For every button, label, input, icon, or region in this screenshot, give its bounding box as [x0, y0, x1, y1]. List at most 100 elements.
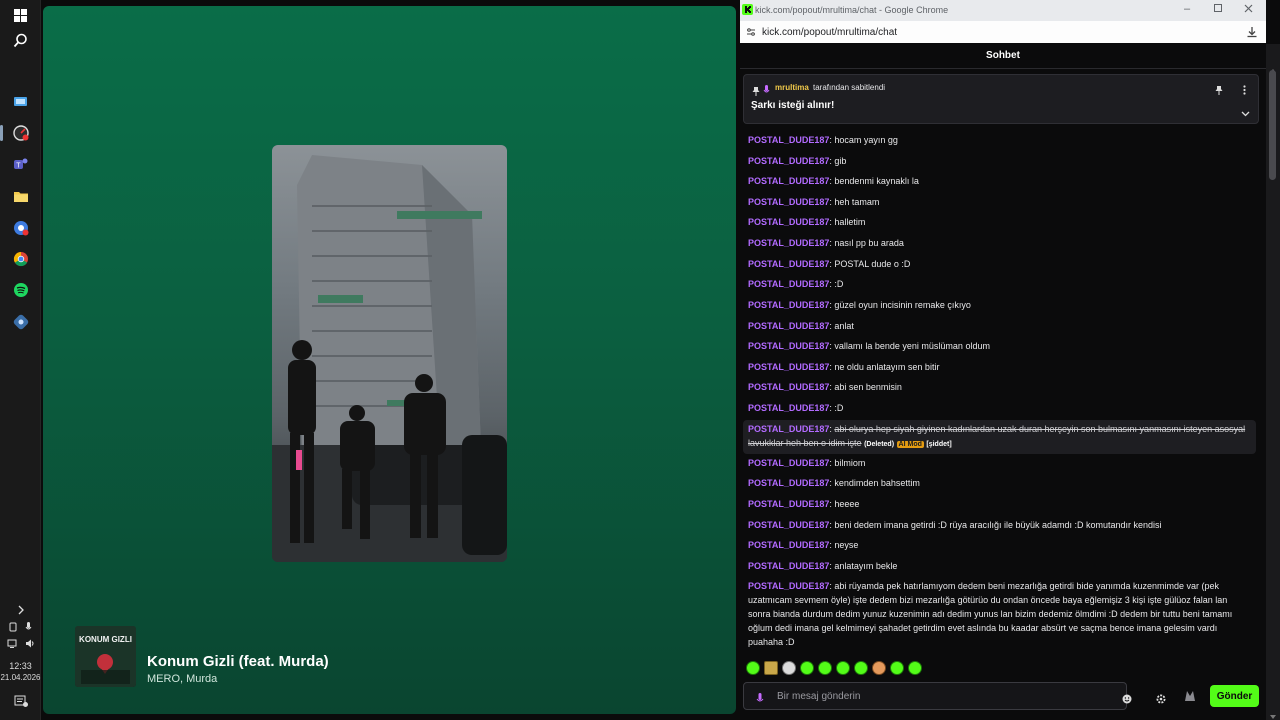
chat-message[interactable]: POSTAL_DUDE187: abi sen benmisin	[748, 380, 1252, 394]
chat-username[interactable]: POSTAL_DUDE187	[748, 197, 829, 207]
chat-message[interactable]: POSTAL_DUDE187: POSTAL dude o :D	[748, 257, 1252, 271]
emote-icon[interactable]	[854, 661, 868, 675]
camera-icon[interactable]	[9, 622, 17, 634]
emote-icon[interactable]	[818, 661, 832, 675]
send-button[interactable]: Gönder	[1210, 685, 1259, 707]
emote-icon[interactable]	[890, 661, 904, 675]
chevron-down-icon[interactable]	[1241, 104, 1250, 122]
site-info-icon[interactable]	[746, 27, 756, 40]
chat-username[interactable]: POSTAL_DUDE187	[748, 259, 829, 269]
album-art-text: KONUM GIZLI	[79, 635, 132, 644]
speed-app-icon[interactable]	[11, 123, 30, 142]
kick-rewards-icon[interactable]	[1183, 689, 1197, 707]
emote-icon[interactable]	[800, 661, 814, 675]
close-icon[interactable]	[1244, 4, 1253, 15]
chat-username[interactable]: POSTAL_DUDE187	[748, 581, 829, 591]
track-artists[interactable]: MERO, Murda	[147, 673, 217, 685]
chat-message[interactable]: POSTAL_DUDE187: gib	[748, 154, 1252, 168]
chat-message[interactable]: POSTAL_DUDE187: abi rüyamda pek hatırlam…	[748, 579, 1252, 649]
emote-icon[interactable]	[782, 661, 796, 675]
emote-icon[interactable]	[836, 661, 850, 675]
taskbar: T 12:33 21.04.2026	[0, 0, 41, 720]
emote-icon[interactable]	[764, 661, 778, 675]
chat-message[interactable]: POSTAL_DUDE187: ne oldu anlatayım sen bi…	[748, 360, 1252, 374]
vpn-icon[interactable]	[11, 312, 30, 331]
folder-icon[interactable]	[11, 186, 30, 205]
album-art[interactable]: KONUM GIZLI	[75, 626, 136, 687]
chrome-profile-icon[interactable]	[11, 218, 30, 237]
chat-message[interactable]: POSTAL_DUDE187: heh tamam	[748, 195, 1252, 209]
unpin-icon[interactable]	[1215, 82, 1223, 100]
chat-username[interactable]: POSTAL_DUDE187	[748, 135, 829, 145]
wifi-icon[interactable]	[7, 639, 17, 650]
pinned-by-user[interactable]: mrultima	[775, 83, 809, 92]
chat-username[interactable]: POSTAL_DUDE187	[748, 362, 829, 372]
chat-username[interactable]: POSTAL_DUDE187	[748, 176, 829, 186]
maximize-icon[interactable]	[1214, 4, 1222, 14]
chat-username[interactable]: POSTAL_DUDE187	[748, 279, 829, 289]
chevron-icon[interactable]	[0, 605, 41, 617]
scroll-down-icon[interactable]	[1270, 706, 1276, 720]
chat-message[interactable]: POSTAL_DUDE187: beni dedem imana getirdi…	[748, 518, 1252, 532]
chat-username[interactable]: POSTAL_DUDE187	[748, 341, 829, 351]
settings-icon[interactable]	[1156, 691, 1166, 709]
clock-time[interactable]: 12:33	[0, 661, 41, 671]
emoji-icon[interactable]	[1122, 691, 1132, 709]
chat-message[interactable]: POSTAL_DUDE187: hocam yayın gg	[748, 133, 1252, 147]
chat-input-wrapper[interactable]: Bir mesaj gönderin	[743, 682, 1132, 710]
chat-message[interactable]: POSTAL_DUDE187: heeee	[748, 497, 1252, 511]
scroll-thumb[interactable]	[1269, 70, 1276, 180]
chat-username[interactable]: POSTAL_DUDE187	[748, 499, 829, 509]
chat-username[interactable]: POSTAL_DUDE187	[748, 458, 829, 468]
chat-username[interactable]: POSTAL_DUDE187	[748, 217, 829, 227]
chat-input[interactable]: Bir mesaj gönderin	[777, 691, 860, 702]
minimize-icon[interactable]: –	[1184, 3, 1190, 15]
chat-message[interactable]: POSTAL_DUDE187: neyse	[748, 538, 1252, 552]
chat-username[interactable]: POSTAL_DUDE187	[748, 156, 829, 166]
chat-message[interactable]: POSTAL_DUDE187: :D	[748, 277, 1252, 291]
explorer-app-icon[interactable]	[11, 92, 30, 111]
chat-message[interactable]: POSTAL_DUDE187: nasıl pp bu arada	[748, 236, 1252, 250]
emote-icon[interactable]	[746, 661, 760, 675]
pinned-message[interactable]: mrultima tarafından sabitlendi Şarkı ist…	[743, 74, 1259, 124]
emote-icon[interactable]	[872, 661, 886, 675]
url-text[interactable]: kick.com/popout/mrultima/chat	[762, 27, 897, 38]
teams-icon[interactable]: T	[11, 154, 30, 173]
notifications-icon[interactable]	[0, 695, 41, 709]
deleted-label: (Deleted)	[864, 441, 895, 448]
chat-username[interactable]: POSTAL_DUDE187	[748, 561, 829, 571]
chat-username[interactable]: POSTAL_DUDE187	[748, 321, 829, 331]
chat-username[interactable]: POSTAL_DUDE187	[748, 238, 829, 248]
chat-text: anlatayım bekle	[834, 561, 898, 571]
download-icon[interactable]	[1246, 26, 1258, 41]
chat-message[interactable]: POSTAL_DUDE187: güzel oyun incisinin rem…	[748, 298, 1252, 312]
chat-username[interactable]: POSTAL_DUDE187	[748, 382, 829, 392]
chat-message[interactable]: POSTAL_DUDE187: halletim	[748, 215, 1252, 229]
chat-message[interactable]: POSTAL_DUDE187: vallamı la bende yeni mü…	[748, 339, 1252, 353]
spotify-icon[interactable]	[11, 280, 30, 299]
mic-icon[interactable]	[25, 622, 32, 634]
chat-username[interactable]: POSTAL_DUDE187	[748, 520, 829, 530]
more-options-icon[interactable]	[1243, 82, 1246, 100]
track-title[interactable]: Konum Gizli (feat. Murda)	[147, 653, 329, 670]
chat-message[interactable]: POSTAL_DUDE187: kendimden bahsettim	[748, 476, 1252, 490]
search-icon[interactable]	[11, 31, 30, 50]
chat-username[interactable]: POSTAL_DUDE187	[748, 300, 829, 310]
scrollbar[interactable]	[1266, 44, 1280, 720]
chat-message[interactable]: POSTAL_DUDE187: :D	[748, 401, 1252, 415]
chat-username[interactable]: POSTAL_DUDE187	[748, 403, 829, 413]
chat-message[interactable]: POSTAL_DUDE187: anlatayım bekle	[748, 559, 1252, 573]
emote-icon[interactable]	[908, 661, 922, 675]
chat-username[interactable]: POSTAL_DUDE187	[748, 424, 829, 434]
chat-username[interactable]: POSTAL_DUDE187	[748, 540, 829, 550]
chat-username[interactable]: POSTAL_DUDE187	[748, 478, 829, 488]
chrome-icon[interactable]	[11, 249, 30, 268]
address-bar[interactable]: kick.com/popout/mrultima/chat	[740, 21, 1266, 43]
clock-date[interactable]: 21.04.2026	[0, 673, 41, 682]
deleted-chat-message[interactable]: POSTAL_DUDE187: abi olurya hep siyah giy…	[743, 420, 1256, 454]
windows-icon[interactable]	[11, 6, 30, 25]
chat-message[interactable]: POSTAL_DUDE187: anlat	[748, 319, 1252, 333]
chat-message[interactable]: POSTAL_DUDE187: bilmiom	[748, 456, 1252, 470]
volume-icon[interactable]	[25, 639, 35, 650]
chat-message[interactable]: POSTAL_DUDE187: bendenmi kaynaklı la	[748, 174, 1252, 188]
